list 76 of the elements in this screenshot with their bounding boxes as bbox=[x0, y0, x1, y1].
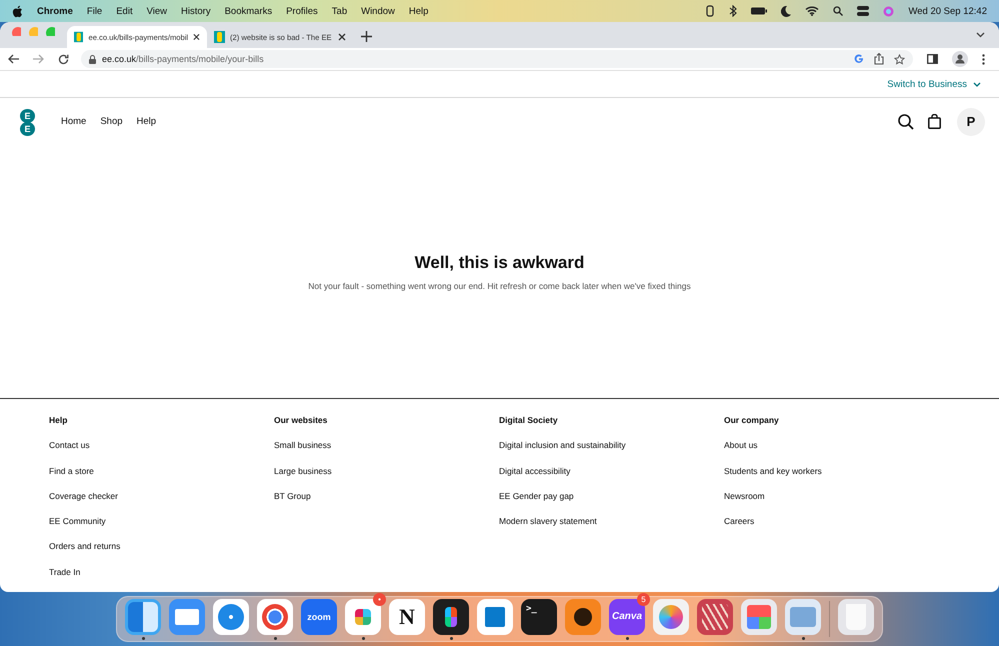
menu-item[interactable]: Edit bbox=[116, 6, 133, 16]
footer-link[interactable]: About us bbox=[724, 440, 758, 454]
footer-link[interactable]: Digital accessibility bbox=[499, 466, 570, 480]
favicon-icon bbox=[214, 31, 225, 43]
switch-to-business-link[interactable]: Switch to Business bbox=[887, 78, 981, 90]
footer-link[interactable]: Digital inclusion and sustainability bbox=[499, 440, 626, 454]
notification-badge: • bbox=[373, 592, 386, 606]
moon-icon[interactable] bbox=[781, 6, 792, 16]
more-menu-icon[interactable] bbox=[982, 54, 985, 64]
lock-icon bbox=[89, 54, 96, 64]
address-bar[interactable]: ee.co.uk/bills-payments/mobile/your-bills bbox=[81, 50, 913, 68]
footer-link[interactable]: Trade In bbox=[49, 566, 80, 581]
chevron-down-icon bbox=[973, 82, 981, 87]
account-avatar[interactable]: P bbox=[957, 108, 985, 136]
search-icon[interactable] bbox=[898, 114, 914, 130]
google-icon[interactable] bbox=[854, 54, 864, 64]
footer-link[interactable]: Careers bbox=[724, 516, 754, 530]
battery-icon[interactable] bbox=[751, 7, 768, 15]
footer-heading: Our company bbox=[724, 415, 779, 428]
shopping-bag-icon[interactable] bbox=[928, 114, 941, 130]
nav-link[interactable]: Home bbox=[61, 116, 86, 128]
footer-link[interactable]: Newsroom bbox=[724, 490, 765, 505]
footer-link[interactable]: Students and key workers bbox=[724, 466, 822, 480]
bluetooth-icon[interactable] bbox=[729, 5, 738, 17]
menu-clock[interactable]: Wed 20 Sep 12:42 bbox=[908, 6, 987, 16]
app-icon[interactable] bbox=[565, 598, 601, 634]
menu-item[interactable]: Tab bbox=[332, 6, 348, 16]
footer-link[interactable]: Contact us bbox=[49, 440, 90, 454]
zoom-app-icon[interactable]: zoom bbox=[301, 598, 337, 634]
terminal-icon[interactable]: >_ bbox=[521, 598, 557, 634]
footer-link[interactable]: Large business bbox=[274, 466, 332, 480]
chevron-down-icon[interactable] bbox=[976, 32, 985, 38]
footer-link[interactable]: Small business bbox=[274, 440, 332, 454]
menu-item[interactable]: History bbox=[181, 6, 211, 16]
error-heading: Well, this is awkward bbox=[414, 252, 584, 273]
footer-heading: Our websites bbox=[274, 415, 328, 428]
share-icon[interactable] bbox=[874, 53, 884, 65]
menu-item[interactable]: View bbox=[146, 6, 168, 16]
new-tab-icon[interactable] bbox=[361, 31, 372, 42]
wifi-icon[interactable] bbox=[805, 6, 820, 16]
menu-item[interactable]: Bookmarks bbox=[224, 6, 272, 16]
profile-icon[interactable] bbox=[952, 51, 968, 67]
favicon-icon bbox=[74, 31, 84, 43]
close-tab-icon[interactable] bbox=[193, 33, 200, 41]
side-panel-icon[interactable] bbox=[927, 54, 938, 64]
footer-link[interactable]: Coverage checker bbox=[49, 490, 118, 505]
search-icon[interactable] bbox=[833, 6, 844, 16]
menu-app-name[interactable]: Chrome bbox=[37, 6, 73, 16]
footer-heading: Digital Society bbox=[499, 415, 558, 428]
chrome-icon[interactable] bbox=[257, 598, 293, 634]
menu-item[interactable]: Profiles bbox=[286, 6, 318, 16]
star-icon[interactable] bbox=[894, 54, 905, 64]
close-tab-icon[interactable] bbox=[338, 33, 346, 41]
footer-link[interactable]: BT Group bbox=[274, 490, 311, 505]
slack-icon[interactable] bbox=[345, 598, 381, 634]
reload-icon[interactable] bbox=[58, 54, 69, 64]
footer-heading: Help bbox=[49, 415, 68, 428]
error-message: Not your fault - something went wrong our end. Hit refresh or come back later when we've fixed things bbox=[308, 280, 691, 291]
status-icon[interactable] bbox=[705, 5, 716, 17]
nav-link[interactable]: Help bbox=[136, 116, 156, 128]
footer-link[interactable]: Modern slavery statement bbox=[499, 516, 597, 530]
notion-icon[interactable]: N bbox=[389, 598, 425, 634]
apple-logo-icon[interactable] bbox=[12, 4, 23, 18]
footer-link[interactable]: EE Community bbox=[49, 516, 106, 530]
footer-link[interactable]: EE Gender pay gap bbox=[499, 490, 574, 505]
back-icon[interactable] bbox=[8, 54, 19, 64]
footer-link[interactable]: Orders and returns bbox=[49, 541, 120, 556]
nav-link[interactable]: Shop bbox=[100, 116, 123, 128]
footer-link[interactable]: Find a store bbox=[49, 466, 94, 480]
envelope-icon[interactable] bbox=[169, 598, 205, 634]
figma-icon[interactable] bbox=[433, 598, 469, 634]
notification-badge: 5 bbox=[637, 592, 650, 606]
menu-item[interactable]: File bbox=[86, 6, 102, 16]
control-center-icon[interactable] bbox=[857, 6, 870, 16]
menu-item[interactable]: Help bbox=[408, 6, 428, 16]
menu-item[interactable]: Window bbox=[361, 6, 395, 16]
